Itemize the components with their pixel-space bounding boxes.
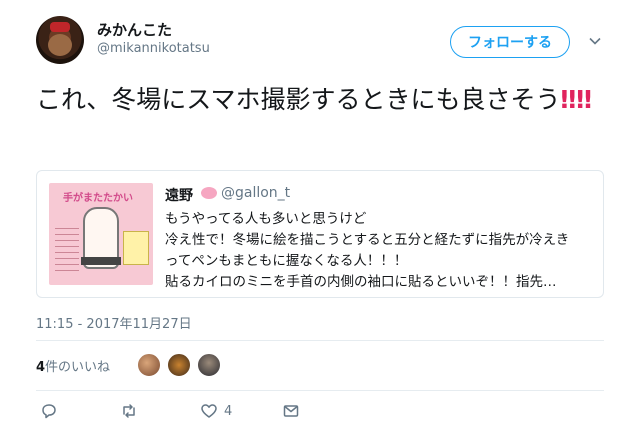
likes-summary[interactable]: 4件のいいね	[36, 356, 110, 375]
quoted-line: 冷え性で！冬場に絵を描こうとすると五分と経たずに指先が冷えき	[165, 232, 570, 248]
like-button[interactable]: 4	[200, 402, 232, 420]
retweet-button[interactable]	[120, 402, 138, 420]
tweet-body: これ、冬場にスマホ撮影するときにも良さそう	[36, 85, 561, 114]
follow-button[interactable]: フォローする	[450, 26, 570, 58]
like-count: 4	[224, 403, 233, 419]
liker-avatar[interactable]	[196, 352, 222, 378]
quoted-tweet-image[interactable]: 手がまたたかい	[49, 183, 153, 285]
heart-icon	[201, 404, 217, 418]
tweet-emphasis: ‼‼	[560, 85, 592, 114]
quoted-tweet[interactable]: 手がまたたかい 遠野 @gallon_t もうやってる人も多いと思うけど 冷え性…	[36, 170, 604, 298]
liker-avatar[interactable]	[136, 352, 162, 378]
mail-icon	[283, 405, 299, 417]
reply-button[interactable]	[40, 402, 58, 420]
author-handle[interactable]: @mikannikotatsu	[97, 41, 210, 56]
chevron-down-icon[interactable]	[588, 34, 602, 48]
quoted-line: ってペンもまともに握なくなる人！！！	[165, 253, 408, 269]
author-display-name[interactable]: みかんこた	[97, 19, 172, 40]
image-heat-pack	[123, 231, 149, 265]
divider	[36, 390, 604, 391]
image-wristband	[81, 257, 121, 265]
likes-number: 4	[36, 360, 46, 375]
author-avatar[interactable]	[36, 16, 84, 64]
avatar-bow	[50, 22, 70, 32]
image-handwriting	[55, 223, 79, 273]
avatar-face	[48, 34, 72, 56]
quoted-author-name: 遠野	[165, 188, 193, 204]
tweet-timestamp[interactable]: 11:15 - 2017年11月27日	[36, 313, 192, 332]
quoted-line: 貼るカイロのミニを手首の内側の袖口に貼るといいぞ！！指先…	[165, 274, 557, 290]
reply-icon	[42, 404, 56, 419]
divider	[36, 340, 604, 341]
quoted-line: もうやってる人も多いと思うけど	[165, 211, 367, 227]
quoted-author-handle: @gallon_t	[221, 185, 291, 201]
liker-avatar[interactable]	[166, 352, 192, 378]
image-title: 手がまたたかい	[63, 193, 133, 204]
retweet-icon	[123, 404, 135, 418]
likes-label: 件のいいね	[45, 360, 111, 375]
tweet-text: これ、冬場にスマホ撮影するときにも良さそう‼‼	[36, 82, 596, 117]
pig-emoji-icon	[201, 187, 217, 199]
direct-message-button[interactable]	[282, 402, 300, 420]
